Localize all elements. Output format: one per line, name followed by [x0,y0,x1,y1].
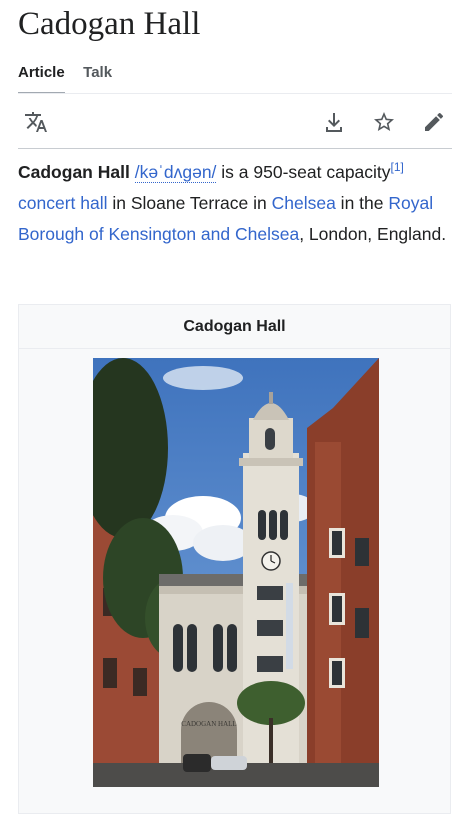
lead-text-1: is a 950-seat capacity [216,162,391,182]
tab-talk[interactable]: Talk [83,62,112,92]
language-button[interactable] [22,108,50,136]
edit-button[interactable] [420,108,448,136]
pronunciation-link[interactable]: /kəˈdʌɡən/ [134,162,217,183]
concert-hall-link[interactable]: concert hall [18,193,108,213]
lead-text-2: in Sloane Terrace in [107,193,272,213]
lead-text-4: , London, England. [299,224,447,244]
building-sign: CADOGAN HALL [181,720,236,728]
star-icon [374,112,394,131]
infobox-image[interactable]: CADOGAN HALL [93,358,379,787]
page-tabs: Article Talk [18,62,126,95]
chelsea-link[interactable]: Chelsea [272,193,336,213]
download-icon [326,113,342,132]
tabs-divider [18,93,452,94]
lead-paragraph: Cadogan Hall /kəˈdʌɡən/ is a 950-seat ca… [18,157,452,250]
pencil-icon [425,112,444,131]
lead-text-3: in the [335,193,389,213]
reference-link[interactable]: [1] [391,160,404,174]
tab-article[interactable]: Article [18,62,65,94]
watch-button[interactable] [370,108,398,136]
infobox-title: Cadogan Hall [19,305,450,349]
infobox: Cadogan Hall CADOGAN HALL [18,304,451,814]
page-actions-toolbar [18,100,452,146]
article-subject: Cadogan Hall [18,162,130,182]
toolbar-divider [18,148,452,149]
language-icon [25,112,47,132]
download-button[interactable] [320,108,348,136]
page-title: Cadogan Hall [18,6,201,42]
